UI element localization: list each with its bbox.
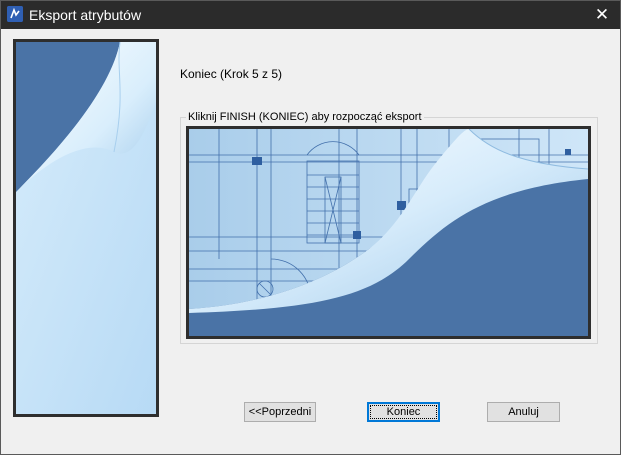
step-label: Koniec (Krok 5 z 5) (180, 67, 283, 81)
finish-button[interactable]: Koniec (367, 402, 440, 422)
cancel-button[interactable]: Anuluj (487, 402, 560, 422)
finish-instruction: Kliknij FINISH (KONIEC) aby rozpocząć ek… (186, 111, 424, 123)
finish-button-label: Koniec (370, 405, 437, 419)
window-title: Eksport atrybutów (29, 7, 142, 23)
finish-preview-image (186, 126, 591, 339)
title-bar[interactable]: Eksport atrybutów ✕ (1, 1, 620, 29)
blueprint-icon (189, 128, 589, 336)
back-button[interactable]: <<Poprzedni (244, 402, 316, 422)
app-icon (7, 6, 23, 22)
page-curl-icon (16, 41, 156, 414)
close-icon[interactable]: ✕ (592, 5, 612, 25)
wizard-side-image (13, 39, 159, 417)
dialog-window: Eksport atrybutów ✕ Koniec (Krok 5 z 5) … (0, 0, 621, 455)
